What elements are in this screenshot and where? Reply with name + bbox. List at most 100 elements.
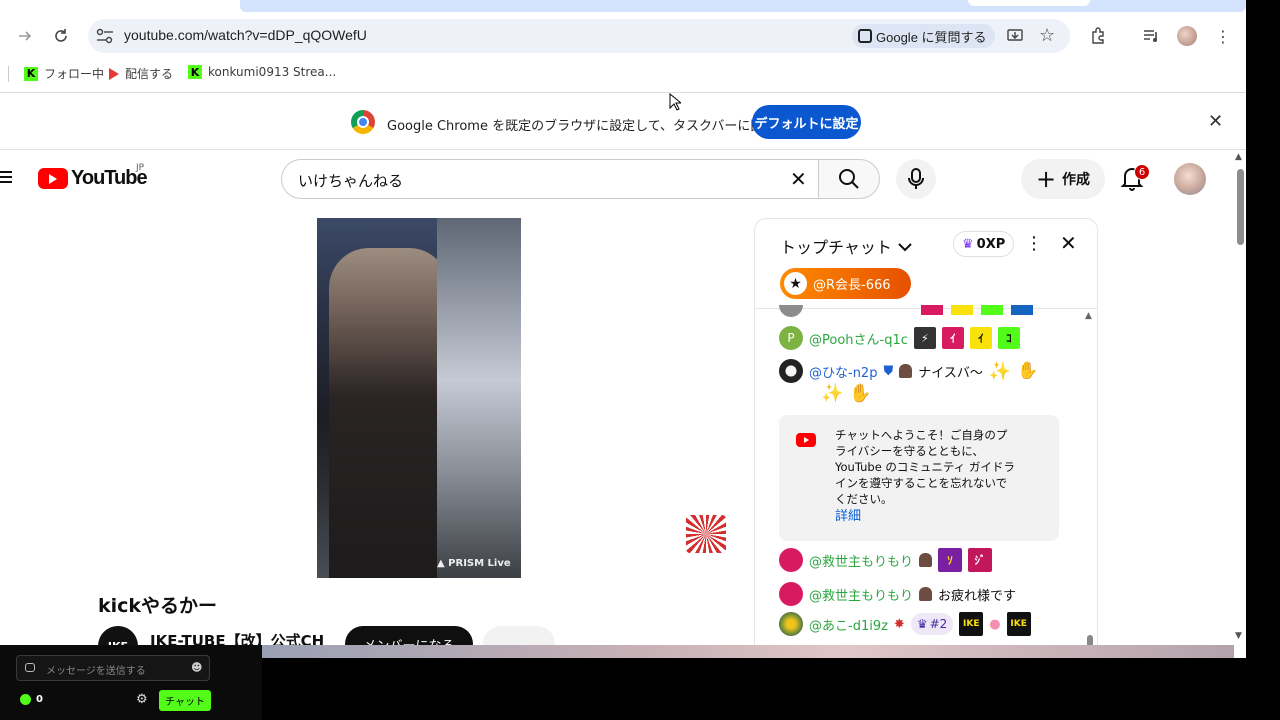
live-chat-panel: トップチャット ♛ 0XP ⋮ ✕ ★ @R会長-666 P @Poohさん-q…	[754, 218, 1098, 658]
emote: IKE	[1006, 612, 1031, 636]
kick-message-input[interactable]: メッセージを送信する ☻	[16, 655, 210, 681]
pinned-user-chip[interactable]: ★ @R会長-666	[780, 268, 911, 299]
clap-icon: ✋	[1017, 361, 1039, 381]
chat-message: @あこ-d1i9z ✸ ♛ #2 IKE ● IKE	[779, 612, 1031, 636]
scroll-down-icon[interactable]: ▼	[1235, 631, 1242, 641]
chat-message: @ひな-n2p ⛊ ナイスバ〜 ✨ ✋	[779, 359, 1038, 383]
kick-chat-overlay: メッセージを送信する ☻ 0 ⚙ チャット	[0, 645, 262, 720]
search-query[interactable]: いけちゃんねる	[298, 170, 403, 191]
youtube-small-icon	[796, 433, 816, 447]
bookmark-star-icon[interactable]: ☆	[1039, 25, 1055, 46]
red-badge-icon: ✸	[893, 616, 905, 632]
bookmark-follow[interactable]: K フォロー中	[24, 65, 104, 82]
prism-watermark: ▲ PRISM Live	[437, 558, 511, 569]
kick-input-placeholder: メッセージを送信する	[46, 666, 146, 677]
ask-google-label: Google に質問する	[876, 29, 987, 45]
notification-badge: 6	[1134, 164, 1150, 180]
emote: ⚡	[913, 327, 936, 349]
chat-message: @救世主もりもり ｿ ｼﾞ	[779, 548, 993, 572]
extensions-icon[interactable]	[1084, 22, 1112, 50]
rank-badge: ♛ #2	[910, 613, 954, 635]
media-control-icon[interactable]	[1137, 22, 1165, 50]
close-icon[interactable]: ✕	[1208, 111, 1223, 132]
set-default-label: デフォルトに設定	[754, 116, 859, 132]
emote: ｿ	[938, 548, 963, 572]
install-app-icon[interactable]	[1006, 27, 1024, 49]
default-browser-banner: Google Chrome を既定のブラウザに設定して、タスクバーに固定する デ…	[0, 94, 1246, 150]
set-default-button[interactable]: デフォルトに設定	[752, 105, 861, 139]
message-author[interactable]: @あこ-d1i9z	[809, 615, 888, 634]
message-author[interactable]: @救世主もりもり	[809, 585, 913, 604]
clear-search-icon[interactable]: ✕	[790, 167, 807, 191]
xp-badge[interactable]: ♛ 0XP	[953, 231, 1015, 257]
close-chat-icon[interactable]: ✕	[1060, 231, 1077, 255]
kick-logo-icon: K	[188, 65, 202, 79]
address-bar[interactable]: youtube.com/watch?v=dDP_qQOWefU Google に…	[88, 19, 1070, 53]
chrome-menu-icon[interactable]: ⋮	[1209, 22, 1237, 50]
message-author[interactable]: @Poohさん-q1c	[809, 329, 908, 348]
chat-bubble-icon	[25, 663, 35, 672]
bookmark-konkumi[interactable]: K konkumi0913 Strea...	[188, 65, 336, 79]
scroll-up-icon[interactable]: ▲	[1235, 152, 1242, 162]
site-settings-icon[interactable]	[96, 28, 114, 48]
settings-gear-icon[interactable]: ⚙	[136, 692, 148, 707]
pinned-user-name: @R会長-666	[813, 278, 891, 293]
avatar[interactable]	[779, 359, 803, 383]
page-scrollbar[interactable]: ▲ ▼	[1234, 151, 1246, 645]
forward-icon[interactable]	[11, 22, 39, 50]
avatar[interactable]	[779, 612, 803, 636]
active-tab-edge[interactable]	[968, 0, 1090, 6]
user-badge-icon	[919, 587, 933, 601]
create-label: 作成	[1062, 172, 1091, 188]
chat-message: @救世主もりもり お疲れ様です	[779, 582, 1016, 606]
youtube-header: YouTube JP いけちゃんねる ✕ + 作成 6	[0, 151, 1234, 207]
bookmark-stream[interactable]: 配信する	[109, 65, 173, 82]
emote: ｲ	[969, 327, 992, 349]
browser-toolbar: youtube.com/watch?v=dDP_qQOWefU Google に…	[0, 0, 1246, 93]
emote: ｼﾞ	[968, 548, 993, 572]
ask-google-button[interactable]: Google に質問する	[852, 24, 995, 48]
welcome-details-link[interactable]: 詳細	[835, 505, 861, 524]
kick-chat-button[interactable]: チャット	[159, 690, 211, 711]
emote: ｲ	[941, 327, 964, 349]
create-button[interactable]: + 作成	[1021, 159, 1105, 199]
emoji-icon[interactable]: ☻	[191, 661, 202, 674]
emote: ｺ	[997, 327, 1020, 349]
search-input[interactable]: いけちゃんねる ✕	[281, 159, 818, 199]
partial-message-row	[779, 305, 1039, 317]
message-author[interactable]: @ひな-n2p	[809, 362, 877, 381]
welcome-text: チャットへようこそ！ご自身のプライバシーを守るとともに、YouTube のコミュ…	[835, 428, 1015, 506]
video-player[interactable]: ▲ PRISM Live	[317, 218, 521, 578]
youtube-red-icon	[109, 67, 119, 80]
tab-strip	[240, 0, 1246, 12]
youtube-logo[interactable]: YouTube JP	[38, 163, 148, 190]
account-avatar[interactable]	[1174, 163, 1206, 195]
notifications-button[interactable]: 6	[1120, 164, 1150, 195]
chat-mode-dropdown[interactable]: トップチャット	[780, 234, 912, 258]
url-text[interactable]: youtube.com/watch?v=dDP_qQOWefU	[124, 27, 367, 43]
page-scrollbar-thumb[interactable]	[1237, 169, 1244, 245]
reload-icon[interactable]	[47, 22, 75, 50]
profile-avatar[interactable]	[1177, 26, 1197, 46]
xp-label: 0XP	[976, 236, 1006, 252]
bookmark-label: 配信する	[125, 67, 174, 81]
crown-icon: ♛	[962, 236, 974, 252]
chat-scroll-up-icon[interactable]: ▲	[1085, 311, 1092, 321]
region-code: JP	[136, 163, 145, 173]
avatar[interactable]	[779, 582, 803, 606]
chat-more-icon[interactable]: ⋮	[1025, 233, 1043, 254]
video-person	[329, 248, 449, 578]
search-button[interactable]	[818, 159, 880, 199]
kick-points-icon	[20, 694, 31, 705]
microphone-icon	[908, 168, 924, 189]
bookmarks-divider	[8, 66, 9, 82]
chat-header: トップチャット ♛ 0XP ⋮ ✕ ★ @R会長-666	[755, 219, 1097, 309]
chat-message: P @Poohさん-q1c ⚡ ｲ ｲ ｺ	[779, 326, 1020, 350]
hamburger-menu-icon[interactable]	[0, 169, 12, 188]
voice-search-button[interactable]	[896, 159, 936, 199]
avatar[interactable]: P	[779, 326, 803, 350]
avatar[interactable]	[779, 548, 803, 572]
message-author[interactable]: @救世主もりもり	[809, 551, 913, 570]
car-door	[437, 218, 521, 578]
chat-mode-label: トップチャット	[780, 238, 892, 257]
